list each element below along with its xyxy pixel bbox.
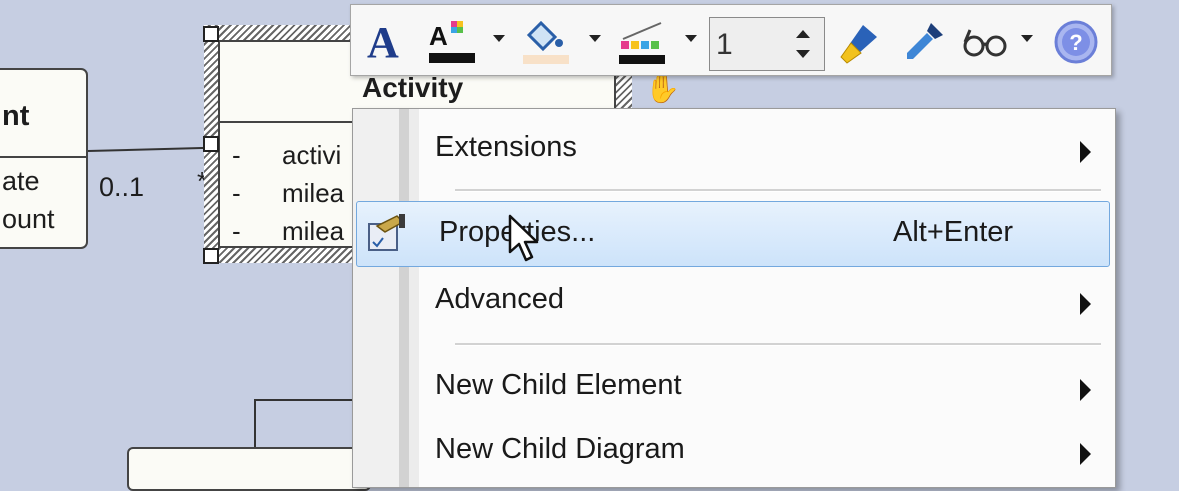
- submenu-arrow-icon: [1080, 443, 1091, 465]
- menu-item-label: Advanced: [435, 283, 564, 315]
- submenu-arrow-icon: [1080, 141, 1091, 163]
- fill-color-button[interactable]: [519, 17, 573, 67]
- class-attribute-row: - milea: [232, 216, 344, 247]
- fill-color-icon: [523, 20, 569, 64]
- view-glasses-icon: [963, 29, 1007, 57]
- mouse-pointer-icon: [508, 214, 539, 262]
- svg-text:?: ?: [1069, 30, 1082, 55]
- class-attribute-row: - activi: [232, 140, 341, 171]
- font-button[interactable]: A: [363, 17, 407, 67]
- association-connector[interactable]: [87, 146, 216, 152]
- view-options-button[interactable]: [961, 17, 1013, 67]
- menu-item-new-child-diagram[interactable]: New Child Diagram: [353, 421, 1115, 479]
- class-name: nt: [2, 100, 30, 132]
- menu-item-extensions[interactable]: Extensions: [353, 119, 1115, 177]
- resize-handle[interactable]: [203, 26, 219, 42]
- connector-line[interactable]: [254, 399, 354, 401]
- submenu-arrow-icon: [1080, 379, 1091, 401]
- class-divider: [0, 156, 86, 158]
- menu-item-properties[interactable]: Properties... Alt+Enter: [356, 201, 1110, 267]
- class-name: Activity: [362, 72, 464, 103]
- font-color-icon: A: [429, 21, 475, 63]
- menu-item-new-child-element[interactable]: New Child Element: [353, 357, 1115, 415]
- eyedropper-button[interactable]: [899, 17, 949, 67]
- class-element-left[interactable]: nt ate ount: [0, 68, 88, 249]
- menu-item-advanced[interactable]: Advanced: [353, 271, 1115, 329]
- line-color-button[interactable]: [615, 17, 669, 67]
- menu-item-label: New Child Element: [435, 369, 682, 401]
- eyedropper-icon: [907, 23, 943, 59]
- format-toolbar: A A 1 ?: [350, 4, 1112, 76]
- class-attribute-row: - milea: [232, 178, 344, 209]
- resize-handle[interactable]: [203, 248, 219, 264]
- menu-item-label: New Child Diagram: [435, 433, 685, 465]
- attribute-name: milea: [282, 216, 345, 246]
- attribute-name: activi: [282, 140, 342, 170]
- font-color-dropdown[interactable]: [493, 35, 505, 42]
- hand-grab-icon[interactable]: ✋: [645, 72, 680, 105]
- format-painter-icon: [840, 25, 877, 64]
- font-color-button[interactable]: A: [425, 17, 479, 67]
- context-menu: Extensions Properties... Alt+Enter Advan…: [352, 108, 1116, 488]
- menu-item-shortcut: Alt+Enter: [893, 216, 1014, 248]
- svg-text:A: A: [367, 21, 399, 63]
- attribute-visibility: -: [232, 140, 241, 170]
- submenu-arrow-icon: [1080, 293, 1091, 315]
- line-width-value[interactable]: 1: [716, 28, 733, 62]
- resize-handle[interactable]: [203, 136, 219, 152]
- spin-down-icon[interactable]: [796, 50, 810, 58]
- attribute-name: milea: [282, 178, 345, 208]
- class-attribute: ount: [2, 204, 55, 234]
- format-painter-button[interactable]: [835, 17, 885, 67]
- svg-text:A: A: [429, 21, 448, 51]
- class-attribute: ate: [2, 166, 40, 196]
- multiplicity-label-left: 0..1: [99, 172, 145, 202]
- fill-color-dropdown[interactable]: [589, 35, 601, 42]
- spin-up-icon[interactable]: [796, 30, 810, 38]
- properties-icon: [368, 214, 405, 251]
- menu-separator: [455, 189, 1101, 192]
- help-button[interactable]: ?: [1051, 17, 1101, 67]
- line-width-spinner[interactable]: 1: [709, 17, 825, 71]
- attribute-visibility: -: [232, 216, 241, 246]
- line-color-dropdown[interactable]: [685, 35, 697, 42]
- class-element-bottom[interactable]: [127, 447, 371, 491]
- attribute-visibility: -: [232, 178, 241, 208]
- help-icon: ?: [1054, 20, 1098, 64]
- font-icon: A: [367, 21, 399, 63]
- menu-separator: [455, 343, 1101, 346]
- line-color-icon: [619, 22, 665, 64]
- menu-item-label: Extensions: [435, 131, 577, 163]
- view-options-dropdown[interactable]: [1021, 35, 1033, 42]
